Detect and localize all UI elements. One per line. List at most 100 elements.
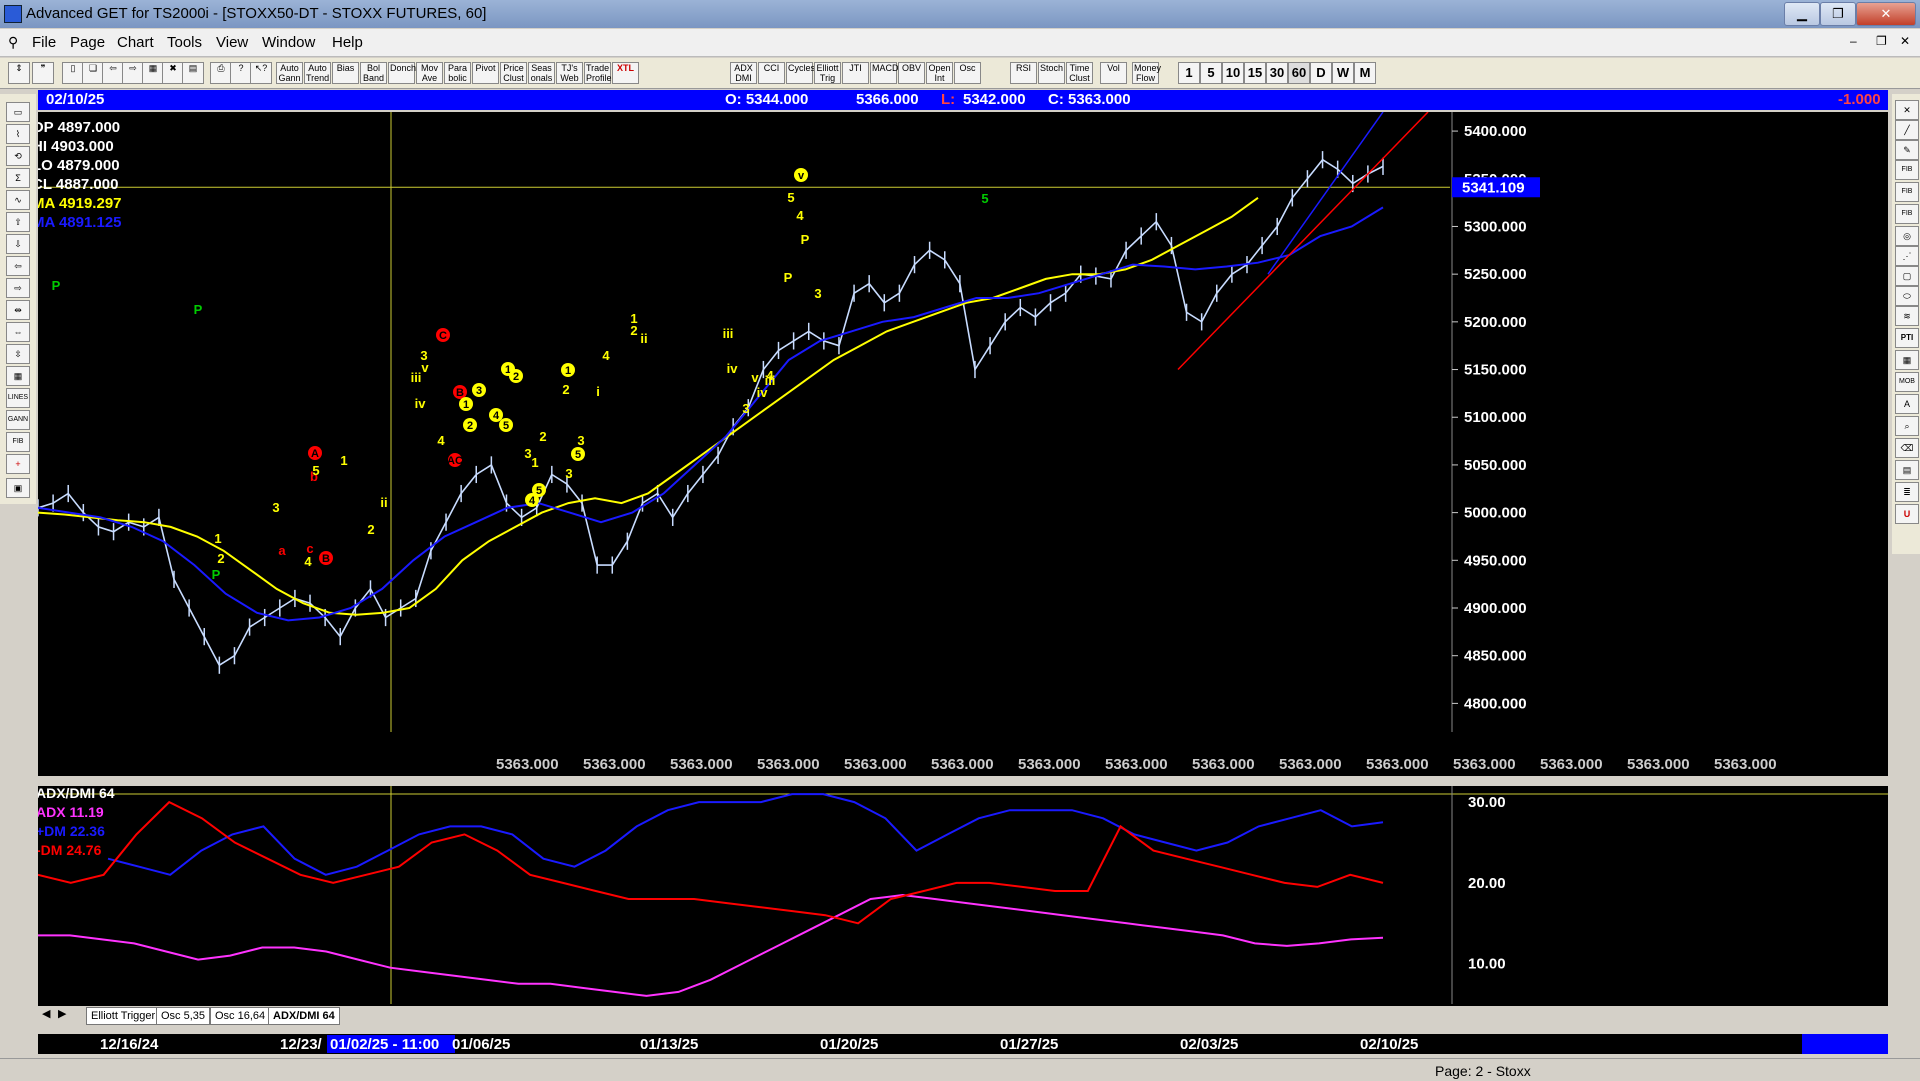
study-seasonals-button[interactable]: Seas onals (528, 62, 555, 84)
study-macd-button[interactable]: MACD (870, 62, 899, 84)
study-adx-dmi-button[interactable]: ADX DMI (730, 62, 757, 84)
interval-1-button[interactable]: 1 (1178, 62, 1200, 84)
study-price-clust-button[interactable]: Price Clust (500, 62, 527, 84)
child-minimize-icon[interactable]: – (1850, 34, 1857, 48)
quote-tool-icon[interactable]: ❞ (32, 62, 54, 84)
study-stoch-button[interactable]: Stoch (1038, 62, 1065, 84)
menu-view[interactable]: View (216, 34, 248, 51)
gann-tool[interactable]: GANN (6, 410, 30, 430)
interval-10-button[interactable]: 10 (1222, 62, 1244, 84)
fib-ret-tool[interactable]: FIB RET (1895, 160, 1919, 191)
expand-icon[interactable]: ⇔ (6, 322, 30, 342)
help-icon[interactable]: ? (230, 62, 252, 84)
chart-icon[interactable]: ⌇ (6, 124, 30, 144)
ellipse-tool-icon[interactable]: ⬭ (1895, 286, 1919, 306)
menu-page[interactable]: Page (70, 34, 105, 51)
zoom-icon[interactable]: ⌕ (1895, 416, 1919, 436)
study-rsi-button[interactable]: RSI (1010, 62, 1037, 84)
study-bias-button[interactable]: Bias (332, 62, 359, 84)
tab-adx-dmi-64[interactable]: ADX/DMI 64 (268, 1007, 340, 1025)
adx-dmi-chart[interactable]: 30.00 20.00 10.00 ADX/DMI 64 ADX 11.19 +DM 2… (38, 786, 1888, 1006)
cursor-tool-icon[interactable]: ⇕ (8, 62, 30, 84)
menu-chart[interactable]: Chart (117, 34, 154, 51)
child-restore-icon[interactable]: ❐ (1876, 34, 1887, 48)
print-icon[interactable]: ⎙ (210, 62, 232, 84)
study-icon[interactable]: Σ (6, 168, 30, 188)
context-help-icon[interactable]: ↖? (250, 62, 272, 84)
delete-icon[interactable]: ✖ (162, 62, 184, 84)
ruler-icon[interactable]: ▤ (1895, 460, 1919, 480)
tab-osc-5-35[interactable]: Osc 5,35 (156, 1007, 211, 1025)
compress-icon[interactable]: ⇹ (6, 300, 30, 320)
study-osc-button[interactable]: Osc (954, 62, 981, 84)
grid-icon[interactable]: ▦ (142, 62, 164, 84)
study-pivot-button[interactable]: Pivot (472, 62, 499, 84)
elliott-icon[interactable]: ∿ (6, 190, 30, 210)
study-xtl-button[interactable]: XTL (612, 62, 639, 84)
pti-tool[interactable]: PTI (1895, 328, 1919, 348)
layers-icon[interactable]: ≣ (1895, 482, 1919, 502)
save-icon[interactable]: ▣ (6, 478, 30, 498)
lines-tool[interactable]: LINES (6, 388, 30, 408)
undo-icon[interactable]: U (1895, 504, 1919, 524)
tab-scroll-left-icon[interactable]: ◀ (42, 1007, 50, 1020)
layout-icon[interactable]: ▤ (182, 62, 204, 84)
price-chart[interactable]: 5400.0005350.0005300.0005250.0005200.000… (38, 112, 1888, 776)
reset-icon[interactable]: ⟲ (6, 146, 30, 166)
study-auto-gann-button[interactable]: Auto Gann (276, 62, 303, 84)
study-cci-button[interactable]: CCI (758, 62, 785, 84)
menu-help[interactable]: Help (332, 34, 363, 51)
study-trade-profile-button[interactable]: Trade Profile (584, 62, 612, 84)
minimize-button[interactable]: ▁ (1784, 2, 1820, 26)
text-tool-icon[interactable]: A (1895, 394, 1919, 414)
maximize-button[interactable]: ❐ (1820, 2, 1856, 26)
study-donch-button[interactable]: Donch (388, 62, 416, 84)
child-close-icon[interactable]: ✕ (1900, 34, 1910, 48)
study-bol-band-button[interactable]: Bol Band (360, 62, 387, 84)
forward-icon[interactable]: ⇨ (122, 62, 144, 84)
fib-tool[interactable]: FIB (6, 432, 30, 452)
study-jti-button[interactable]: JTI (842, 62, 869, 84)
document-icon[interactable]: ⚲ (8, 34, 18, 51)
interval-15-button[interactable]: 15 (1244, 62, 1266, 84)
study-cycles-button[interactable]: Cycles (786, 62, 815, 84)
box-tool-icon[interactable]: ▢ (1895, 266, 1919, 286)
tab-elliott-trigger[interactable]: Elliott Trigger (86, 1007, 161, 1025)
study-mov-ave-button[interactable]: Mov Ave (416, 62, 443, 84)
fan-tool-icon[interactable]: ⋰ (1895, 246, 1919, 266)
interval-w-button[interactable]: W (1332, 62, 1354, 84)
study-time-clust-button[interactable]: Time Clust (1066, 62, 1093, 84)
grid-tool-icon[interactable]: ▦ (6, 366, 30, 386)
wave-tool-icon[interactable]: ≋ (1895, 306, 1919, 326)
menu-tools[interactable]: Tools (167, 34, 202, 51)
interval-d-button[interactable]: D (1310, 62, 1332, 84)
close-button[interactable]: ✕ (1856, 2, 1916, 26)
crosshair-icon[interactable]: + (6, 454, 30, 474)
back-icon[interactable]: ⇦ (102, 62, 124, 84)
study-money-flow-button[interactable]: Money Flow (1132, 62, 1161, 84)
tab-scroll-right-icon[interactable]: ▶ (58, 1007, 66, 1020)
open-folder-icon[interactable]: ▭ (6, 102, 30, 122)
arrow-left-icon[interactable]: ⇦ (6, 256, 30, 276)
interval-5-button[interactable]: 5 (1200, 62, 1222, 84)
interval-30-button[interactable]: 30 (1266, 62, 1288, 84)
fib-time-tool[interactable]: FIB TIME (1895, 204, 1919, 235)
circle-tool-icon[interactable]: ◎ (1895, 226, 1919, 246)
arrow-up-icon[interactable]: ⇧ (6, 212, 30, 232)
tab-osc-16-64[interactable]: Osc 16,64 (210, 1007, 271, 1025)
menu-window[interactable]: Window (262, 34, 315, 51)
table-tool-icon[interactable]: ▦ (1895, 350, 1919, 370)
study-open-int-button[interactable]: Open Int (926, 62, 953, 84)
new-page-icon[interactable]: ▯ (62, 62, 84, 84)
vertical-expand-icon[interactable]: ⇳ (6, 344, 30, 364)
copy-icon[interactable]: ❏ (82, 62, 104, 84)
fib-ext-tool[interactable]: FIB EXT (1895, 182, 1919, 213)
menu-file[interactable]: File (32, 34, 56, 51)
mob-tool[interactable]: MOB (1895, 372, 1919, 392)
line-tool-icon[interactable]: ╱ (1895, 120, 1919, 140)
interval-60-button[interactable]: 60 (1288, 62, 1310, 84)
study-vol-button[interactable]: Vol (1100, 62, 1127, 84)
study-tjs-web-button[interactable]: TJ's Web (556, 62, 583, 84)
arrow-down-icon[interactable]: ⇩ (6, 234, 30, 254)
study-elliott-trig-button[interactable]: Elliott Trig (814, 62, 841, 84)
